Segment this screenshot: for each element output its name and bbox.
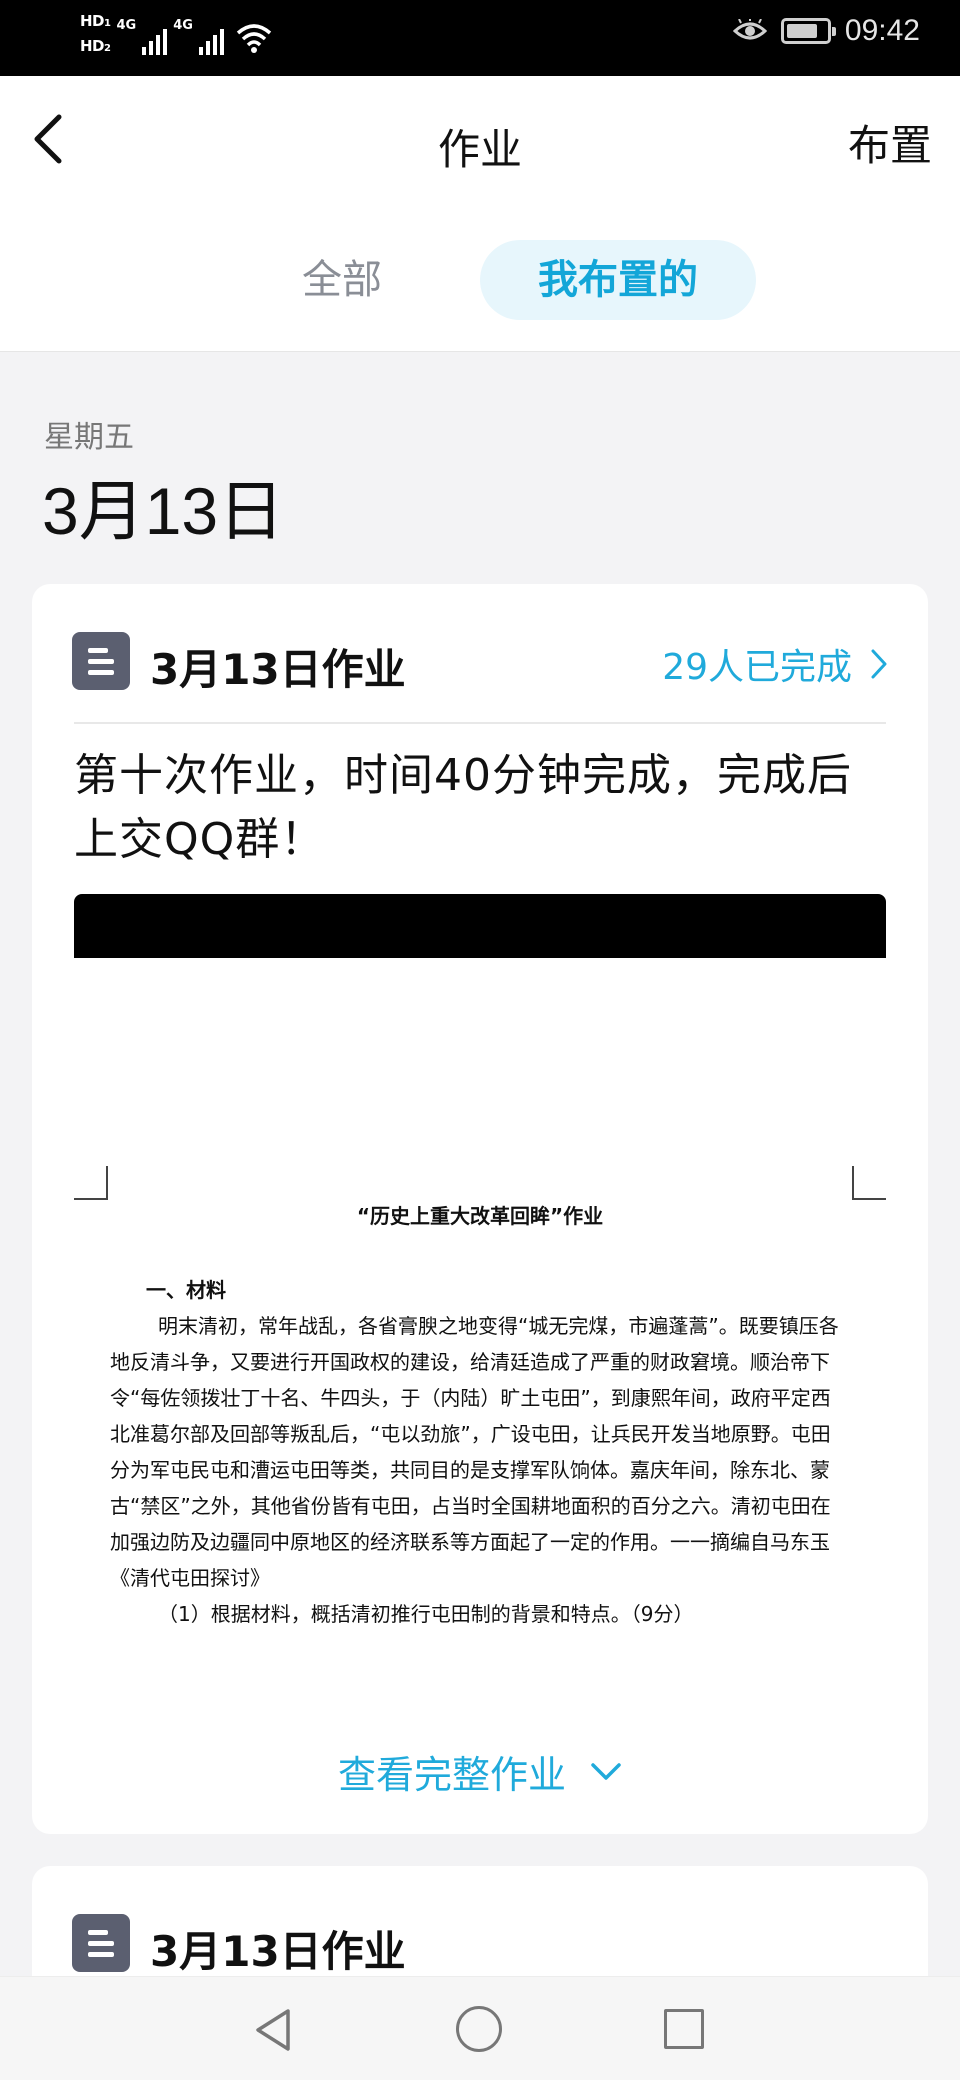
tab-bar: 全部 我布置的	[0, 240, 960, 320]
network1-label: 4G	[116, 18, 137, 33]
sim2-index: 2	[104, 43, 111, 54]
card-title: 3月13日作业	[150, 1927, 406, 1976]
weekday-label: 星期五	[44, 420, 134, 455]
header: 作业 布置 全部 我布置的	[0, 76, 960, 352]
completion-link[interactable]: 29人已完成	[662, 638, 888, 690]
document-title: “历史上重大改革回眸”作业	[356, 1204, 604, 1228]
document-preview[interactable]: 一、材料 明末清初，常年战乱，各省膏腴之地变得“城无完煤，市遍蓬蒿”。既要镇压各…	[110, 1272, 846, 1632]
date-heading: 3月13日	[42, 474, 285, 548]
eye-icon	[732, 19, 767, 40]
assign-button[interactable]: 布置	[848, 112, 932, 173]
sim1-label: HD	[80, 12, 105, 30]
document-section-heading: 一、材料	[146, 1278, 226, 1302]
nav-recent-icon[interactable]	[664, 2009, 704, 2049]
completion-count: 29人已完成	[662, 647, 852, 688]
nav-back-icon[interactable]	[252, 2007, 294, 2053]
homework-card[interactable]: 3月13日作业 29人已完成 第十次作业，时间40分钟完成，完成后上交QQ群！ …	[32, 584, 928, 1834]
nav-home-icon[interactable]	[456, 2006, 502, 2052]
signal-icon	[198, 25, 224, 55]
status-bar: HD1 HD2 4G 4G 09:42	[0, 0, 960, 76]
status-time: 09:42	[844, 14, 920, 47]
tab-all[interactable]: 全部	[282, 240, 402, 320]
page-title: 作业	[437, 125, 522, 174]
card-divider	[74, 722, 886, 724]
wifi-icon	[236, 24, 272, 53]
document-question: （1）根据材料，概括清初推行屯田制的背景和特点。（9分）	[158, 1602, 694, 1626]
tab-assigned-by-me[interactable]: 我布置的	[480, 240, 756, 320]
view-full-label: 查看完整作业	[337, 1753, 566, 1797]
crop-mark-left	[74, 1166, 108, 1200]
sim2-label: HD	[80, 37, 105, 55]
sim-indicators: HD1 HD2	[80, 12, 111, 58]
card-header: 3月13日作业 29人已完成	[72, 632, 888, 694]
chevron-down-icon	[591, 1762, 621, 1780]
system-nav-bar	[0, 1976, 960, 2080]
card-header: 3月13日作业	[72, 1914, 888, 1976]
document-icon	[72, 1914, 130, 1972]
document-paragraph: 明末清初，常年战乱，各省膏腴之地变得“城无完煤，市遍蓬蒿”。既要镇压各地反清斗争…	[110, 1314, 839, 1590]
sim1-index: 1	[104, 18, 111, 29]
network2-label: 4G	[173, 18, 193, 33]
view-full-homework-button[interactable]: 查看完整作业	[32, 1744, 928, 1799]
attachment-preview-top	[74, 894, 886, 958]
homework-description: 第十次作业，时间40分钟完成，完成后上交QQ群！	[74, 750, 852, 865]
status-left: HD1 HD2 4G 4G	[80, 12, 272, 58]
status-right: 09:42	[732, 14, 920, 48]
signal-icon	[142, 25, 168, 55]
card-title: 3月13日作业	[150, 645, 406, 694]
chevron-right-icon	[871, 649, 887, 679]
document-icon	[72, 632, 130, 690]
sim2-badge: HD2	[80, 37, 111, 58]
sim1-badge: HD1	[80, 12, 111, 33]
crop-mark-right	[852, 1166, 886, 1200]
battery-icon	[780, 18, 836, 44]
